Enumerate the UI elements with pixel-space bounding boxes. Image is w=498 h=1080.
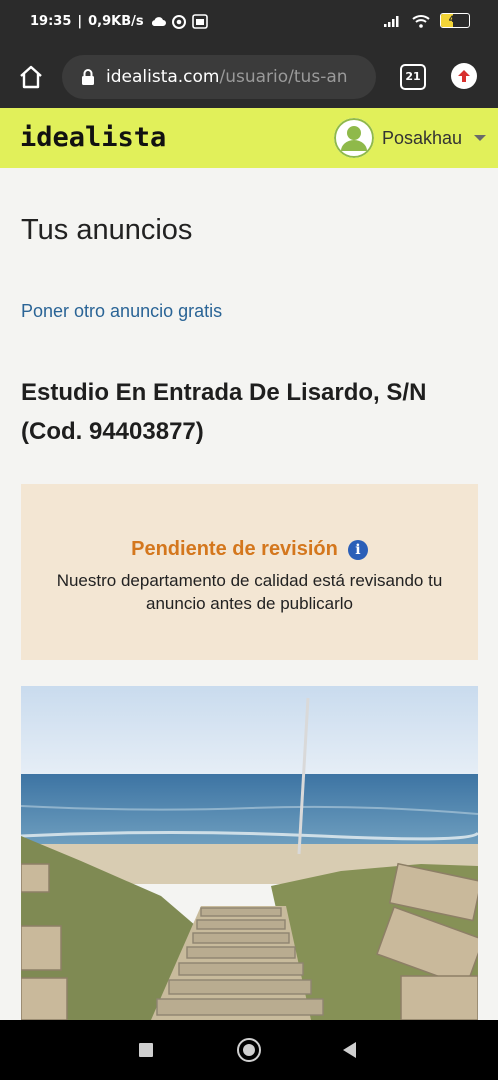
battery-icon: 43 <box>440 13 470 28</box>
chevron-down-icon <box>474 135 486 141</box>
user-menu[interactable]: Posakhau <box>333 118 486 158</box>
url-text: idealista.com/usuario/tus-an <box>106 67 348 87</box>
battery-level: 43 <box>448 15 462 25</box>
nav-home-icon[interactable] <box>237 1038 261 1062</box>
lock-icon <box>82 69 94 85</box>
clock: 19:35 <box>30 14 72 29</box>
signal-icon <box>384 16 399 27</box>
user-avatar-icon <box>333 118 374 158</box>
browser-toolbar: idealista.com/usuario/tus-an 21 <box>0 46 498 108</box>
post-another-ad-link[interactable]: Poner otro anuncio gratis <box>21 301 222 322</box>
arrow-up-icon <box>458 70 470 82</box>
cloud-icon <box>151 17 166 26</box>
divider: | <box>77 14 83 29</box>
idealista-logo[interactable]: idealista <box>20 122 166 153</box>
system-status-bar: 19:35 | 0,9KB/s 43 <box>0 0 498 46</box>
listing-title[interactable]: Estudio En Entrada De Lisardo, S/N (Cod.… <box>21 373 471 451</box>
tabs-button[interactable]: 21 <box>400 64 426 90</box>
listing-photo[interactable] <box>21 686 478 1020</box>
address-bar[interactable]: idealista.com/usuario/tus-an <box>62 55 376 99</box>
page-title: Tus anuncios <box>21 214 193 246</box>
home-icon[interactable] <box>16 62 46 92</box>
wifi-icon <box>412 14 430 28</box>
upload-extension-icon[interactable] <box>451 63 477 89</box>
status-heading: Pendiente de revisión i <box>21 538 478 561</box>
status-label: Pendiente de revisión <box>131 538 338 560</box>
screenshot-icon <box>191 14 208 29</box>
status-left: 19:35 | 0,9KB/s <box>30 14 208 29</box>
site-header: idealista Posakhau <box>0 108 498 168</box>
chrome-icon <box>171 14 186 29</box>
status-description: Nuestro departamento de calidad está rev… <box>56 571 443 613</box>
recents-icon[interactable] <box>139 1043 153 1057</box>
url-path: /usuario/tus-an <box>219 67 348 87</box>
android-nav-bar <box>0 1020 498 1080</box>
back-icon[interactable] <box>343 1042 356 1058</box>
info-icon[interactable]: i <box>347 539 368 560</box>
url-host: idealista.com <box>106 67 220 87</box>
review-status-card: Pendiente de revisión i Nuestro departam… <box>21 484 478 660</box>
beach-photo-image <box>21 686 478 1020</box>
network-speed: 0,9KB/s <box>88 14 144 29</box>
user-name: Posakhau <box>381 127 462 148</box>
status-right: 43 <box>384 13 470 28</box>
